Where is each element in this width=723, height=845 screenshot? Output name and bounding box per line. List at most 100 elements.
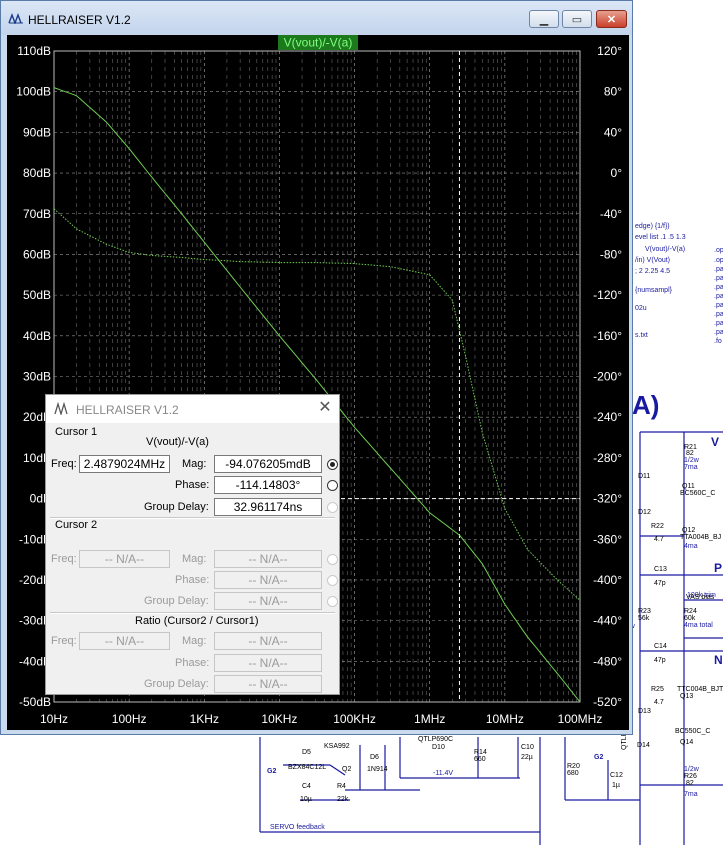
svg-text:s.txt: s.txt (635, 332, 648, 339)
left-y-tick-label: -50dB (19, 695, 51, 709)
right-y-tick-label: -40° (600, 207, 622, 221)
svg-text:1/2w: 1/2w (684, 766, 700, 773)
window-titlebar[interactable]: HELLRAISER V1.2 ▁ ▭ ✕ (1, 1, 632, 35)
ratio-group-delay-label: Group Delay: (144, 678, 209, 690)
svg-text:Q2: Q2 (342, 766, 351, 773)
svg-text:R24: R24 (684, 608, 697, 615)
cursor1-phase-field[interactable]: -114.14803° (214, 476, 322, 494)
ratio-group-delay-field[interactable]: -- N/A-- (214, 675, 322, 693)
ratio-phase-label: Phase: (175, 657, 210, 669)
window-title: HELLRAISER V1.2 (28, 13, 131, 27)
left-y-tick-label: 50dB (23, 288, 51, 302)
maximize-button[interactable]: ▭ (562, 10, 592, 28)
svg-text:R14: R14 (474, 749, 487, 756)
svg-text:22µ: 22µ (521, 754, 533, 761)
minimize-icon: ▁ (539, 13, 549, 26)
ratio-mag-label: Mag: (182, 635, 207, 647)
svg-text:G2: G2 (267, 768, 276, 775)
trace-label[interactable]: V(vout)/-V(a) (284, 36, 353, 50)
svg-text:BZX84C12L: BZX84C12L (288, 764, 326, 771)
cursor1-group-delay-label: Group Delay: (144, 501, 209, 513)
svg-text:D11: D11 (638, 473, 650, 480)
svg-text:Q13: Q13 (680, 693, 693, 700)
ratio-freq-label: Freq: (51, 635, 77, 647)
ratio-mag-field[interactable]: -- N/A-- (214, 632, 322, 650)
cursor1-heading: Cursor 1 (55, 426, 98, 438)
svg-text:D13: D13 (638, 708, 651, 715)
svg-text:R20: R20 (567, 763, 580, 770)
svg-text:D6: D6 (370, 754, 379, 761)
svg-text:22k: 22k (337, 796, 349, 803)
svg-text:C14: C14 (654, 643, 667, 650)
cursor2-mag-radio[interactable] (327, 554, 338, 565)
right-y-tick-label: -200° (593, 370, 622, 384)
cursor1-phase-radio[interactable] (327, 480, 338, 491)
svg-text:KSA992: KSA992 (324, 743, 350, 750)
right-y-tick-label: 80° (604, 85, 622, 99)
cursor1-group-delay-radio[interactable] (327, 502, 338, 513)
cursor2-phase-field[interactable]: -- N/A-- (214, 571, 322, 589)
dialog-close-button[interactable]: ✕ (316, 399, 334, 417)
svg-text:/in) V(Vout): /in) V(Vout) (635, 257, 670, 264)
section-divider (50, 612, 335, 614)
svg-text:; 2 2.25 4.5: ; 2 2.25 4.5 (635, 268, 670, 275)
cursor2-freq-field[interactable]: -- N/A-- (79, 550, 170, 568)
svg-text:Q12: Q12 (682, 527, 695, 534)
right-y-tick-label: -320° (593, 492, 622, 506)
svg-text:D5: D5 (302, 749, 311, 756)
svg-text:R4: R4 (337, 783, 346, 790)
svg-text:680: 680 (567, 770, 579, 777)
dialog-titlebar[interactable]: HELLRAISER V1.2 ✕ (46, 395, 339, 423)
svg-text:1µ: 1µ (612, 782, 620, 789)
svg-text:47p: 47p (654, 580, 666, 587)
svg-text:.pa: .pa (714, 311, 723, 318)
svg-text:.pa: .pa (714, 302, 723, 309)
svg-text:Q14: Q14 (680, 739, 693, 746)
left-y-tick-label: 100dB (16, 85, 51, 99)
svg-text:C4: C4 (302, 783, 311, 790)
cursor2-group-delay-field[interactable]: -- N/A-- (214, 592, 322, 610)
left-y-tick-label: 70dB (23, 207, 51, 221)
svg-text:C12: C12 (610, 772, 623, 779)
svg-text:R25: R25 (651, 686, 664, 693)
cursor2-group-delay-radio[interactable] (327, 596, 338, 607)
svg-text:edge) {1/f}): edge) {1/f}) (635, 223, 670, 230)
cursor1-trace-name: V(vout)/-V(a) (146, 436, 209, 448)
close-button[interactable]: ✕ (596, 10, 627, 28)
cursor2-mag-field[interactable]: -- N/A-- (214, 550, 322, 568)
svg-text:.op: .op (714, 247, 723, 254)
cursor2-phase-label: Phase: (175, 574, 210, 586)
svg-text:.op: .op (714, 257, 723, 264)
dialog-title: HELLRAISER V1.2 (76, 403, 179, 417)
ratio-freq-field[interactable]: -- N/A-- (79, 632, 170, 650)
right-y-tick-label: 0° (611, 166, 623, 180)
svg-text:4.7: 4.7 (654, 536, 664, 543)
svg-text:D12: D12 (638, 509, 651, 516)
cursor-readout-dialog: HELLRAISER V1.2 ✕ Cursor 1 V(vout)/-V(a)… (45, 394, 340, 695)
svg-text:1/2w: 1/2w (684, 457, 700, 464)
svg-text:7ma: 7ma (684, 791, 698, 798)
cursor1-freq-field[interactable]: 2.4879024MHz (79, 455, 170, 473)
right-y-tick-label: -160° (593, 329, 622, 343)
svg-text:A): A) (632, 390, 659, 420)
x-tick-label: 100KHz (333, 712, 376, 726)
svg-text:C13: C13 (654, 566, 667, 573)
svg-text:TTC004B_BJT: TTC004B_BJT (677, 686, 723, 693)
svg-text:4.7: 4.7 (654, 699, 664, 706)
svg-text:.pa: .pa (714, 275, 723, 282)
svg-text:D10: D10 (432, 744, 445, 751)
right-y-tick-label: -240° (593, 410, 622, 424)
minimize-button[interactable]: ▁ (529, 10, 559, 28)
ratio-phase-field[interactable]: -- N/A-- (214, 654, 322, 672)
svg-text:.pa: .pa (714, 293, 723, 300)
right-y-tick-label: -80° (600, 247, 622, 261)
svg-text:C10: C10 (521, 744, 534, 751)
svg-text:10µ: 10µ (300, 796, 312, 803)
cursor1-group-delay-field[interactable]: 32.961174ns (214, 498, 322, 516)
cursor1-mag-field[interactable]: -94.076205mdB (214, 455, 322, 473)
svg-text:4ma total: 4ma total (684, 622, 713, 629)
cursor1-mag-radio[interactable] (327, 459, 338, 470)
cursor2-freq-label: Freq: (51, 553, 77, 565)
svg-text:.pa: .pa (714, 284, 723, 291)
cursor2-phase-radio[interactable] (327, 575, 338, 586)
